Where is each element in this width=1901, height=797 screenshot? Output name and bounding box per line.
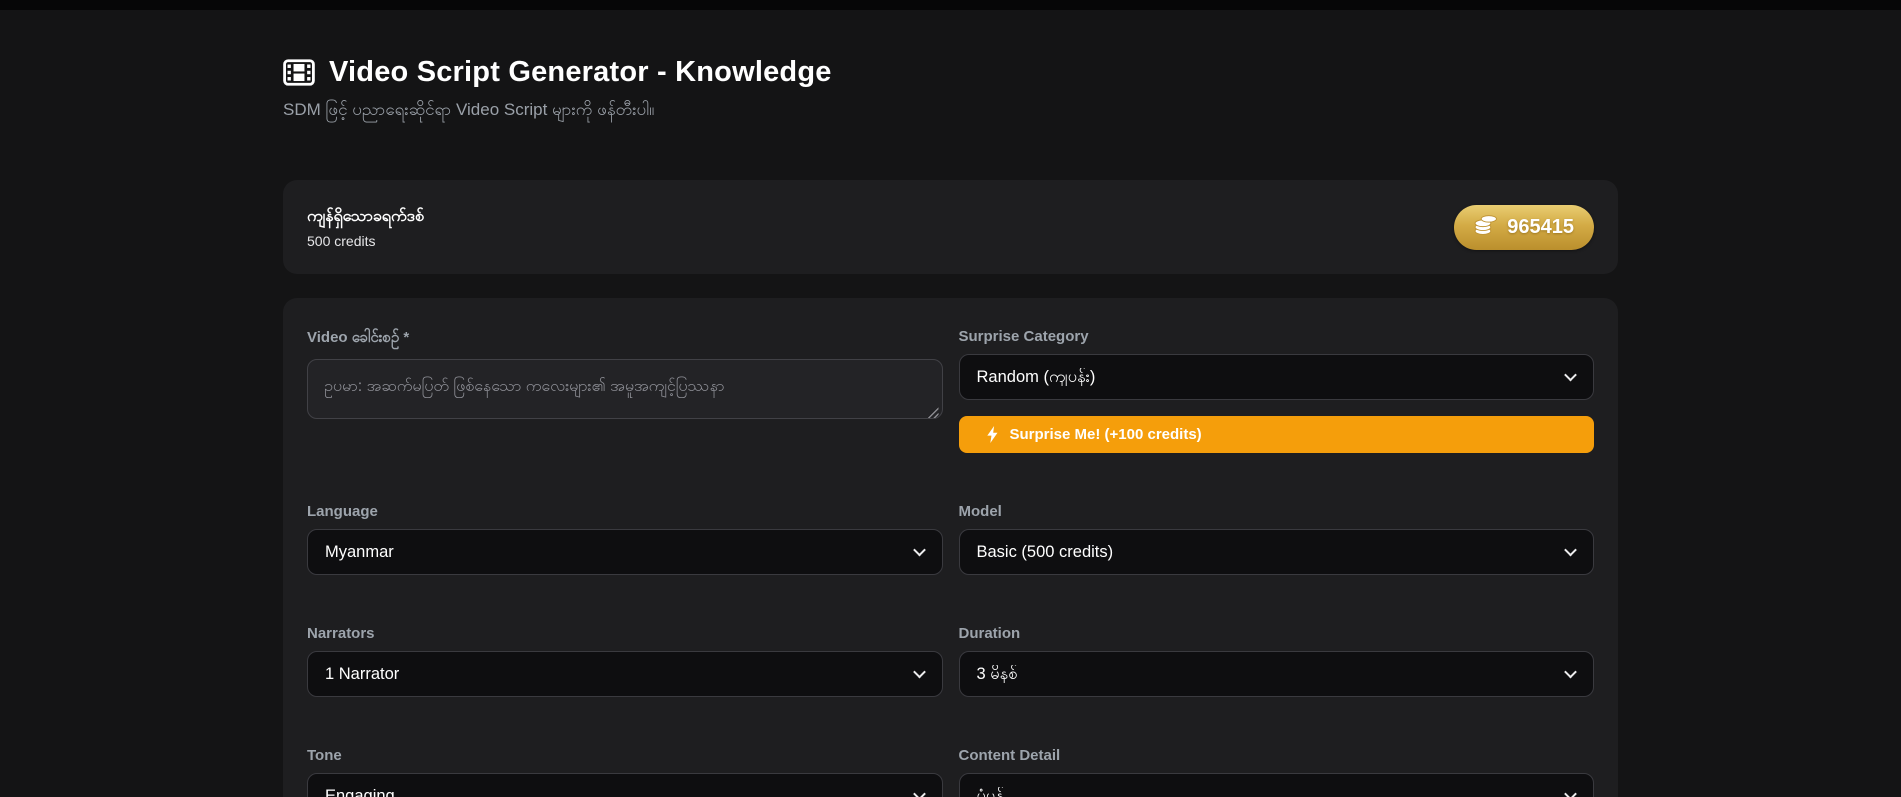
credits-card: ကျန်ရှိသောခရက်ဒစ် 500 credits 965415 xyxy=(283,180,1618,274)
field-model: Model Basic (500 credits) xyxy=(958,503,1594,575)
field-content-detail: Content Detail ပုံမှန် xyxy=(958,747,1594,797)
surprise-category-select[interactable]: Random (ကျပန်း) xyxy=(958,354,1594,400)
surprise-category-select-wrap: Random (ကျပန်း) xyxy=(958,354,1594,400)
page-container: Video Script Generator - Knowledge SDM ဖ… xyxy=(283,10,1618,797)
credits-title: ကျန်ရှိသောခရက်ဒစ် xyxy=(307,208,424,225)
page-header: Video Script Generator - Knowledge xyxy=(283,56,1618,89)
field-surprise-category: Surprise Category Random (ကျပန်း) Surpri… xyxy=(958,328,1594,453)
generator-form-card: Video ခေါင်းစဉ် * Surprise Category Rand… xyxy=(283,298,1618,797)
field-language: Language Myanmar xyxy=(307,503,943,575)
lightning-bolt-icon xyxy=(986,426,999,443)
top-edge-strip xyxy=(0,0,1901,10)
duration-label: Duration xyxy=(958,625,1021,642)
content-detail-select-wrap: ပုံမှန် xyxy=(958,773,1594,797)
surprise-category-label: Surprise Category xyxy=(958,328,1089,345)
field-narrators: Narrators 1 Narrator xyxy=(307,625,943,697)
credits-subtitle: 500 credits xyxy=(307,233,376,249)
tone-select[interactable]: Engaging xyxy=(307,773,943,797)
page-subtitle: SDM ဖြင့် ပညာရေးဆိုင်ရာ Video Script မျာ… xyxy=(283,100,655,119)
credits-info: ကျန်ရှိသောခရက်ဒစ် 500 credits xyxy=(307,205,424,249)
content-detail-select[interactable]: ပုံမှန် xyxy=(958,773,1594,797)
language-label: Language xyxy=(307,503,378,520)
coins-icon xyxy=(1474,214,1498,241)
model-select-wrap: Basic (500 credits) xyxy=(958,529,1594,575)
form-grid: Video ခေါင်းစဉ် * Surprise Category Rand… xyxy=(307,328,1594,797)
model-select[interactable]: Basic (500 credits) xyxy=(958,529,1594,575)
film-icon xyxy=(283,59,315,86)
field-video-title: Video ခေါင်းစဉ် * xyxy=(307,328,943,424)
video-title-input-wrap xyxy=(307,359,943,424)
duration-select-wrap: 3 မိနစ် xyxy=(958,651,1594,697)
surprise-me-button[interactable]: Surprise Me! (+100 credits) xyxy=(958,416,1594,453)
video-title-label: Video ခေါင်းစဉ် * xyxy=(307,329,410,346)
narrators-select[interactable]: 1 Narrator xyxy=(307,651,943,697)
tone-label: Tone xyxy=(307,747,342,764)
language-select-wrap: Myanmar xyxy=(307,529,943,575)
model-label: Model xyxy=(958,503,1002,520)
content-detail-label: Content Detail xyxy=(958,747,1061,764)
language-select[interactable]: Myanmar xyxy=(307,529,943,575)
field-duration: Duration 3 မိနစ် xyxy=(958,625,1594,697)
credits-balance-value: 965415 xyxy=(1507,215,1574,238)
narrators-label: Narrators xyxy=(307,625,375,642)
duration-select[interactable]: 3 မိနစ် xyxy=(958,651,1594,697)
video-title-input[interactable] xyxy=(307,359,943,419)
narrators-select-wrap: 1 Narrator xyxy=(307,651,943,697)
page-title: Video Script Generator - Knowledge xyxy=(329,56,832,88)
tone-select-wrap: Engaging xyxy=(307,773,943,797)
field-tone: Tone Engaging xyxy=(307,747,943,797)
credits-balance-badge: 965415 xyxy=(1454,204,1594,250)
surprise-me-button-label: Surprise Me! (+100 credits) xyxy=(1009,426,1202,443)
